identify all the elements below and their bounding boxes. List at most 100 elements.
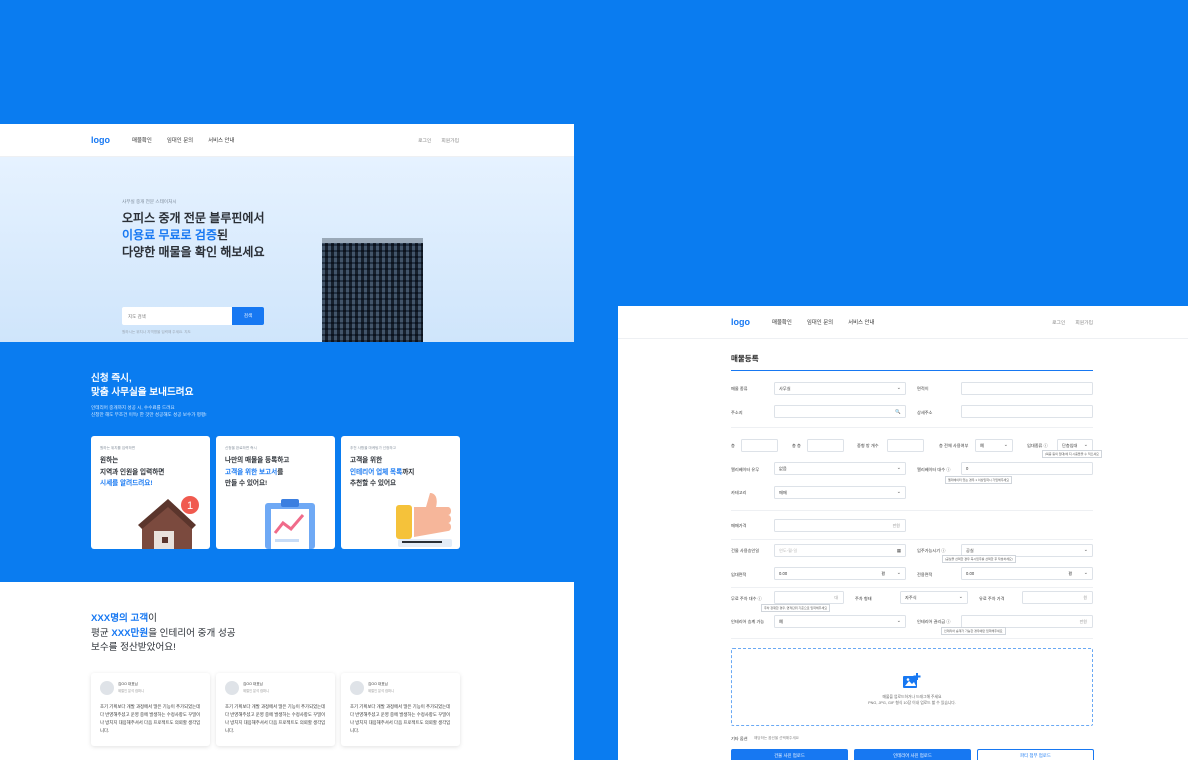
floor-input[interactable] — [741, 439, 778, 452]
card-line: 만들 수 있어요! — [225, 480, 268, 487]
logo[interactable]: logo — [91, 135, 110, 145]
price-unit: 만원 — [892, 522, 900, 528]
approval-date-input[interactable]: 연도-월-일 ▦ — [774, 544, 906, 557]
total-floor-label: 총 층 — [792, 443, 801, 448]
nav-item-listings[interactable]: 매물확인 — [772, 318, 792, 326]
interior-succession-select[interactable]: 예 ⌄ — [774, 615, 906, 628]
hero-highlight: 이용료 무료로 검증 — [122, 228, 217, 242]
promo-title: 신청 즉시, 맞춤 사무실을 보내드려요 — [91, 372, 291, 400]
signup-link[interactable]: 회원가입 — [441, 137, 459, 144]
chevron-down-icon: ⌄ — [896, 489, 901, 495]
search-input[interactable] — [122, 307, 232, 325]
feature-card-interior[interactable]: 추천 사항을 마케팅가 선정하고 고객을 위한 인테리어 업체 목록까지 추천할… — [341, 436, 460, 549]
interior-fee-unit: 만원 — [1079, 618, 1087, 624]
feature-card-price[interactable]: 원하는 위치를 입력하면 원하는 지역과 인원을 입력하면 시세를 알려드려요!… — [91, 436, 210, 549]
building-photo-upload-button[interactable]: 건물 사진 업로드 — [731, 749, 848, 760]
area-input[interactable] — [961, 382, 1093, 395]
tooltip: (복층 등의 임대)에 지 시층들을 수 적으셔요 — [1042, 450, 1102, 458]
login-link[interactable]: 로그인 — [1052, 319, 1065, 326]
search-icon: 🔍 — [895, 409, 901, 414]
building-image — [322, 238, 423, 342]
review-text: 초기 기획보다 개발 과정에서 많은 기능이 추가되었는데 다 반영해주셨고 운… — [350, 704, 451, 733]
house-notification-icon: 1 — [138, 496, 199, 549]
parking-type-label: 주차 형태 — [855, 596, 872, 601]
reviews-highlight: XXX명의 고객 — [91, 613, 149, 624]
hero-title-line3: 다양한 매물을 확인 해보세요 — [122, 245, 265, 259]
reviews-title-line1: XXX명의 고객이 — [91, 612, 291, 627]
nav-item-listings[interactable]: 매물확인 — [132, 136, 152, 144]
svg-text:1: 1 — [187, 500, 193, 512]
card-subtitle: 추천 사항을 마케팅가 선정하고 — [350, 446, 396, 450]
card-line: 나만의 매물을 등록하고 — [225, 457, 290, 464]
card-line: 고객을 위한 — [350, 457, 383, 464]
rent-area-input[interactable]: 0.00 평 ⌄ — [774, 567, 906, 580]
logo[interactable]: logo — [731, 317, 750, 327]
nav-item-service-info[interactable]: 서비스 안내 — [208, 136, 234, 144]
card-line: 고객을 위한 보고서를 — [225, 467, 333, 479]
paid-parking-input[interactable]: 원 — [1022, 591, 1093, 604]
exclusive-area-unit: 평 — [1068, 570, 1072, 576]
review-text: 초기 기획보다 개발 과정에서 많은 기능이 추가되었는데 다 반영해주셨고 운… — [100, 704, 201, 733]
hero-title: 오피스 중개 전문 블루핀에서 이용료 무료로 검증된 다양한 매물을 확인 해… — [122, 210, 264, 261]
feature-card-report[interactable]: 신청을 완료하면 즉시 나만의 매물을 등록하고 고객을 위한 보고서를 만들 … — [216, 436, 335, 549]
reviews-highlight: XXX만원 — [111, 627, 149, 639]
login-link[interactable]: 로그인 — [418, 137, 431, 144]
auth-links: 로그인 회원가입 — [418, 137, 459, 144]
card-line-highlight: 시세를 알려드려요! — [100, 480, 153, 487]
nav-item-landlord-inquiry[interactable]: 임대인 문의 — [807, 318, 833, 326]
clipboard-chart-icon — [265, 499, 315, 549]
divider — [731, 510, 1093, 511]
elevator-select[interactable]: 없음 ⌄ — [774, 462, 906, 475]
price-input[interactable]: 만원 — [774, 519, 906, 532]
detail-address-input[interactable] — [961, 405, 1093, 418]
search-hint: 원하시는 위치나 지역명을 입력해 주세요. 지도 — [122, 330, 191, 334]
search-button[interactable]: 검색 — [232, 307, 264, 325]
divider — [731, 587, 1093, 588]
category-select[interactable]: 매매 ⌄ — [774, 486, 906, 499]
nav-item-landlord-inquiry[interactable]: 임대인 문의 — [167, 136, 193, 144]
rooms-input[interactable] — [887, 439, 924, 452]
elevator-count-value: 0 — [966, 466, 969, 471]
interior-photo-upload-button[interactable]: 인테리어 사진 업로드 — [854, 749, 971, 760]
avatar — [225, 681, 239, 695]
whole-floor-select[interactable]: 예 ⌄ — [975, 439, 1013, 452]
floor-label: 층 — [731, 443, 735, 448]
header: logo 매물확인 임대인 문의 서비스 안내 로그인 회원가입 — [618, 306, 1188, 339]
main-nav: 매물확인 임대인 문의 서비스 안내 — [132, 136, 234, 144]
tooltip: 인테리어 승계가 가능한 경우에만 입력해주세요 — [941, 627, 1006, 635]
image-upload-dropzone[interactable]: 매물을 업로드하거나 드래그해 주세요 PNG, JPG, GIF 형식 10장… — [731, 648, 1093, 726]
lease-type-value: 단층임대 — [1062, 442, 1078, 448]
property-type-select[interactable]: 사무실 ⌄ — [774, 382, 906, 395]
file-attach-button[interactable]: 파티 첨부 업로드 — [977, 749, 1094, 760]
elevator-count-label: 엘리베이터 대수 ⓘ — [917, 467, 951, 472]
review-card: 김OO 대표님 제철인 분석 컴퍼니 초기 기획보다 개발 과정에서 많은 기능… — [216, 673, 335, 746]
reviews-title-text: 평균 — [91, 627, 112, 639]
calendar-icon[interactable]: ▦ — [897, 548, 901, 554]
promo-title-line1: 신청 즉시, — [91, 373, 132, 384]
category-label: 카테고리 — [731, 490, 747, 495]
divider — [731, 427, 1093, 428]
detail-address-label: 상세주소 — [917, 410, 933, 415]
nav-item-service-info[interactable]: 서비스 안내 — [848, 318, 874, 326]
free-parking-input[interactable]: 대 — [774, 591, 844, 604]
exclusive-area-input[interactable]: 0.00 평 ⌄ — [961, 567, 1093, 580]
header: logo 매물확인 임대인 문의 서비스 안내 로그인 회원가입 — [0, 124, 574, 157]
parking-unit: 대 — [834, 594, 838, 600]
chevron-down-icon: ⌄ — [896, 618, 901, 624]
card-title: 원하는 지역과 인원을 입력하면 시세를 알려드려요! — [100, 455, 208, 490]
avatar — [100, 681, 114, 695]
elevator-count-input[interactable]: 0 — [961, 462, 1093, 475]
card-title: 나만의 매물을 등록하고 고객을 위한 보고서를 만들 수 있어요! — [225, 455, 333, 490]
address-search-input[interactable]: 🔍 — [774, 405, 906, 418]
signup-link[interactable]: 회원가입 — [1075, 319, 1093, 326]
review-text: 초기 기획보다 개발 과정에서 많은 기능이 추가되었는데 다 반영해주셨고 운… — [225, 704, 326, 733]
add-image-icon — [903, 673, 921, 688]
divider — [731, 638, 1093, 639]
hero-search: 검색 — [122, 307, 264, 325]
total-floor-input[interactable] — [807, 439, 844, 452]
parking-type-select[interactable]: 자주식 ⌄ — [900, 591, 968, 604]
interior-succession-label: 인테리어 승계 가능 — [731, 619, 765, 624]
other-options-hint[interactable]: 해당하는 옵션을 선택해주세요 — [754, 736, 799, 741]
chevron-down-icon: ⌄ — [1083, 570, 1088, 576]
reviewer-company: 제철인 분석 컴퍼니 — [118, 689, 145, 693]
